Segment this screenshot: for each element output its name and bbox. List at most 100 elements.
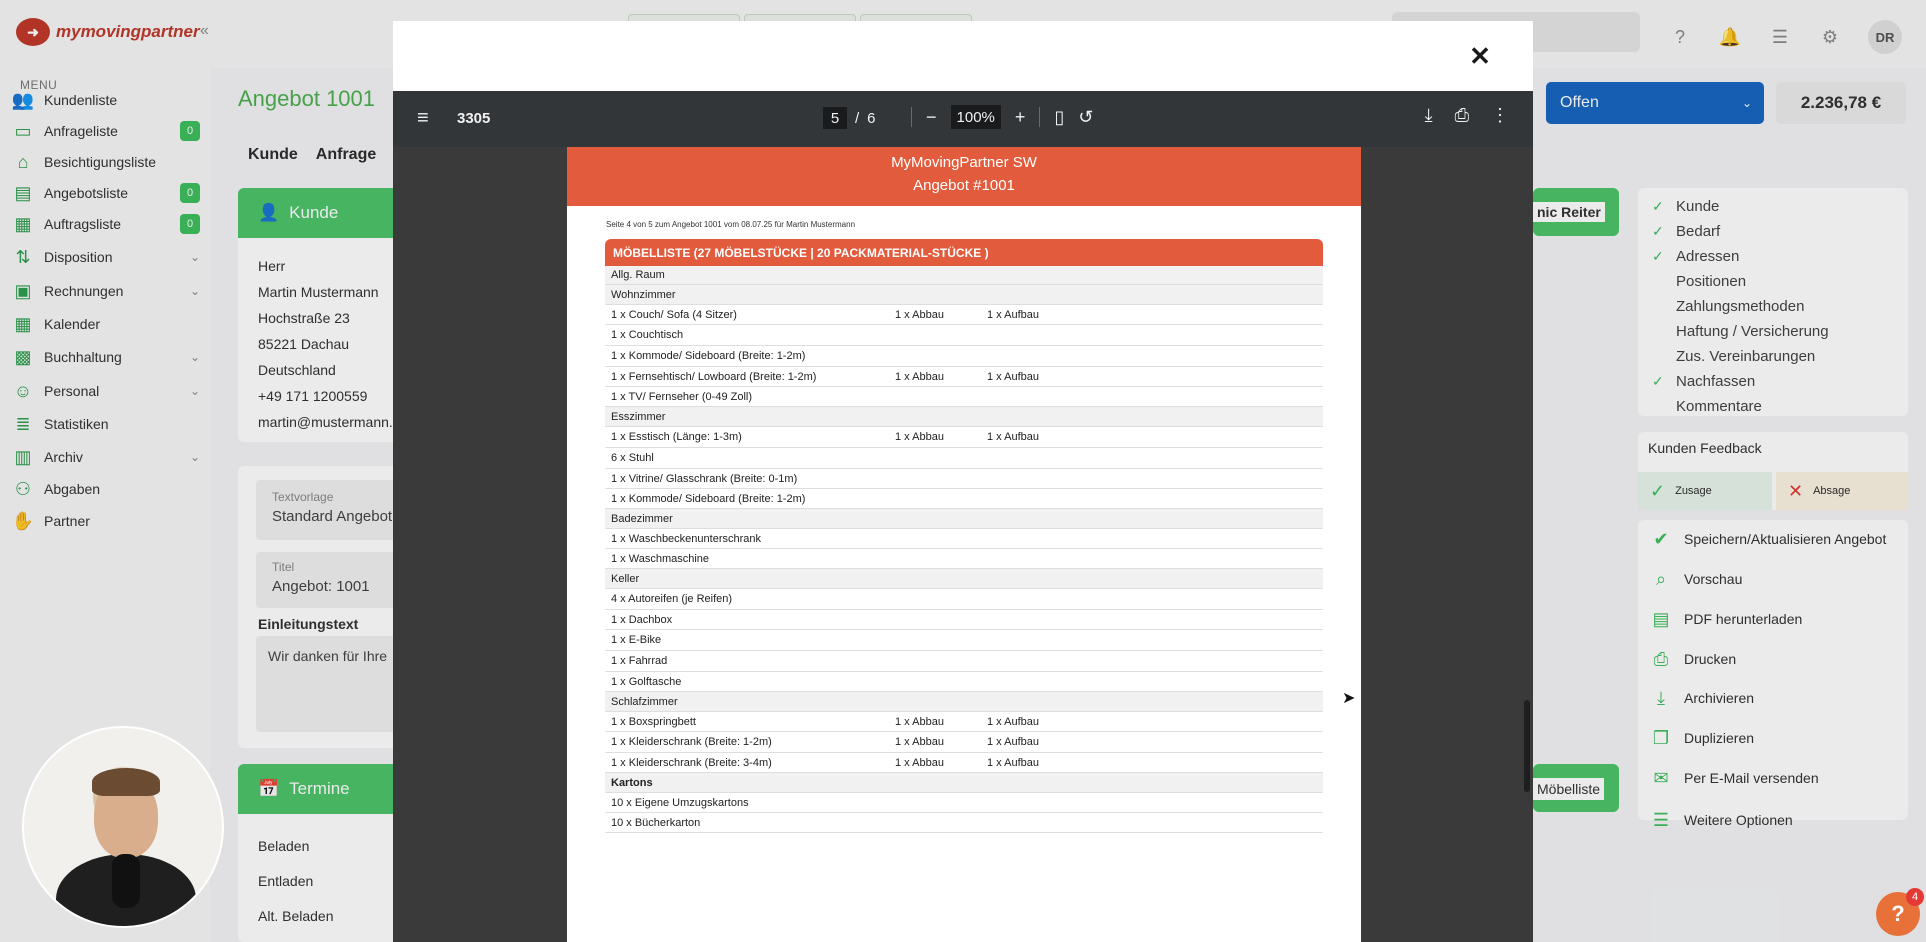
microphone: [112, 854, 140, 908]
pdf-page: MyMovingPartner SW Angebot #1001 Seite 4…: [567, 147, 1361, 942]
table-row: 1 x Boxspringbett 1 x Abbau 1 x Aufbau: [605, 712, 1323, 732]
mouse-cursor-icon: ➤: [1342, 690, 1356, 707]
room-row: Allg. Raum: [605, 266, 1323, 285]
table-row: 1 x Waschbeckenunterschrank: [605, 529, 1323, 549]
page-indicator: 5 / 6: [823, 107, 876, 129]
aufbau-value: 1 x Aufbau: [987, 370, 1039, 383]
aufbau-value: 1 x Aufbau: [987, 431, 1039, 443]
abbau-value: 1 x Abbau: [895, 736, 944, 748]
rotate-icon[interactable]: ↺: [1078, 107, 1093, 128]
webcam-video: [22, 726, 224, 928]
aufbau-value: 1 x Aufbau: [987, 756, 1039, 769]
more-vertical-icon[interactable]: ⋮: [1491, 105, 1509, 126]
furniture-item: 10 x Eigene Umzugskartons: [611, 796, 749, 809]
table-row: 6 x Stuhl: [605, 448, 1323, 469]
table-row: 4 x Autoreifen (je Reifen): [605, 589, 1323, 610]
zoom-in-icon[interactable]: +: [1015, 107, 1026, 128]
table-row: 1 x E-Bike: [605, 630, 1323, 651]
furniture-item: 1 x TV/ Fernseher (0-49 Zoll): [611, 390, 753, 403]
table-row: 1 x Fernsehtisch/ Lowboard (Breite: 1-2m…: [605, 367, 1323, 387]
zoom-out-icon[interactable]: −: [926, 107, 937, 128]
furniture-item: 1 x Vitrine/ Glasschrank (Breite: 0-1m): [611, 472, 798, 485]
furniture-item: 1 x Golftasche: [611, 675, 682, 688]
furniture-item: 1 x Waschmaschine: [611, 552, 710, 565]
help-badge: 4: [1906, 888, 1924, 906]
furniture-item: 4 x Autoreifen (je Reifen): [611, 593, 733, 605]
document-name: Angebot #1001: [913, 177, 1015, 194]
zoom-input[interactable]: 100%: [950, 105, 1001, 129]
table-row: 10 x Bücherkarton: [605, 813, 1323, 833]
furniture-item: Kartons: [611, 776, 653, 789]
page-number-input[interactable]: 5: [823, 107, 847, 129]
room-row: Kartons: [605, 773, 1323, 793]
table-row: 1 x TV/ Fernseher (0-49 Zoll): [605, 387, 1323, 407]
furniture-item: Wohnzimmer: [611, 288, 676, 301]
table-row: 1 x Kommode/ Sideboard (Breite: 1-2m): [605, 346, 1323, 367]
abbau-value: 1 x Abbau: [895, 756, 944, 769]
furniture-item: 1 x Fernsehtisch/ Lowboard (Breite: 1-2m…: [611, 370, 817, 383]
abbau-value: 1 x Abbau: [895, 431, 944, 443]
table-row: 1 x Kleiderschrank (Breite: 3-4m) 1 x Abb…: [605, 753, 1323, 773]
aufbau-value: 1 x Aufbau: [987, 308, 1039, 321]
close-icon[interactable]: ✕: [1464, 40, 1496, 72]
furniture-item: 1 x Kommode/ Sideboard (Breite: 1-2m): [611, 350, 806, 362]
furniture-item: Schlafzimmer: [611, 695, 678, 708]
table-row: 1 x Couchtisch: [605, 325, 1323, 346]
abbau-value: 1 x Abbau: [895, 370, 944, 383]
furniture-item: 1 x Kleiderschrank (Breite: 1-2m): [611, 736, 772, 748]
table-row: 1 x Waschmaschine: [605, 549, 1323, 569]
aufbau-value: 1 x Aufbau: [987, 736, 1039, 748]
toolbar-actions: ⤓ ⎙ ⋮: [1425, 105, 1509, 126]
furniture-item: 1 x Fahrrad: [611, 655, 668, 667]
furniture-list: Allg. Raum Wohnzimmer 1 x Couch/ Sofa (4 S…: [605, 266, 1323, 833]
room-row: Wohnzimmer: [605, 285, 1323, 305]
pdf-toolbar: ≡ 3305 5 / 6 − 100% + ▯ ↺ ⤓ ⎙ ⋮: [393, 91, 1533, 147]
presenter-hair: [92, 768, 160, 796]
furniture-item: 6 x Stuhl: [611, 452, 654, 464]
furniture-list-header: MÖBELLISTE (27 MÖBELSTÜCKE | 20 PACKMATE…: [605, 239, 1323, 266]
page-separator: /: [855, 109, 860, 127]
furniture-item: 1 x Boxspringbett: [611, 715, 696, 728]
furniture-item: Allg. Raum: [611, 269, 665, 281]
page-total: 6: [867, 109, 876, 127]
page-meta: Seite 4 von 5 zum Angebot 1001 vom 08.07…: [606, 220, 856, 229]
zoom-controls: − 100% + ▯ ↺: [911, 105, 1093, 129]
room-row: Keller: [605, 569, 1323, 589]
furniture-item: 1 x Couchtisch: [611, 329, 684, 341]
abbau-value: 1 x Abbau: [895, 308, 944, 321]
table-row: 1 x Vitrine/ Glasschrank (Breite: 0-1m): [605, 469, 1323, 489]
table-row: 1 x Kleiderschrank (Breite: 1-2m) 1 x Abb…: [605, 732, 1323, 753]
table-row: 1 x Fahrrad: [605, 651, 1323, 672]
furniture-item: 1 x Dachbox: [611, 613, 673, 626]
printer-icon[interactable]: ⎙: [1455, 105, 1469, 126]
pdf-doc-title: 3305: [457, 110, 491, 127]
toolbar-divider: [911, 107, 912, 127]
table-row: 1 x Esstisch (Länge: 1-3m) 1 x Abbau 1 x A…: [605, 427, 1323, 448]
furniture-item: 1 x Esstisch (Länge: 1-3m): [611, 431, 742, 443]
table-row: 1 x Couch/ Sofa (4 Sitzer) 1 x Abbau 1 x A…: [605, 305, 1323, 325]
fit-page-icon[interactable]: ▯: [1054, 107, 1064, 128]
room-row: Esszimmer: [605, 407, 1323, 427]
furniture-item: 1 x Kommode/ Sideboard (Breite: 1-2m): [611, 492, 806, 505]
furniture-item: Keller: [611, 572, 640, 585]
table-row: 1 x Kommode/ Sideboard (Breite: 1-2m): [605, 489, 1323, 509]
table-row: 1 x Dachbox: [605, 610, 1323, 630]
room-row: Schlafzimmer: [605, 692, 1323, 712]
furniture-item: 1 x Couch/ Sofa (4 Sitzer): [611, 308, 737, 321]
toolbar-divider: [1039, 107, 1041, 127]
company-name: MyMovingPartner SW: [891, 154, 1037, 171]
scrollbar[interactable]: [1524, 700, 1530, 792]
table-row: 1 x Golftasche: [605, 672, 1323, 692]
pdf-page-header: MyMovingPartner SW Angebot #1001: [567, 147, 1361, 206]
furniture-item: 10 x Bücherkarton: [611, 816, 701, 829]
furniture-item: Esszimmer: [611, 410, 666, 423]
hamburger-icon[interactable]: ≡: [417, 107, 429, 130]
furniture-item: Badezimmer: [611, 512, 673, 525]
furniture-item: 1 x Kleiderschrank (Breite: 3-4m): [611, 756, 772, 769]
download-icon[interactable]: ⤓: [1425, 105, 1433, 126]
room-row: Badezimmer: [605, 509, 1323, 529]
table-row: 10 x Eigene Umzugskartons: [605, 793, 1323, 813]
furniture-item: 1 x Waschbeckenunterschrank: [611, 532, 761, 545]
furniture-item: 1 x E-Bike: [611, 634, 662, 646]
abbau-value: 1 x Abbau: [895, 715, 944, 728]
